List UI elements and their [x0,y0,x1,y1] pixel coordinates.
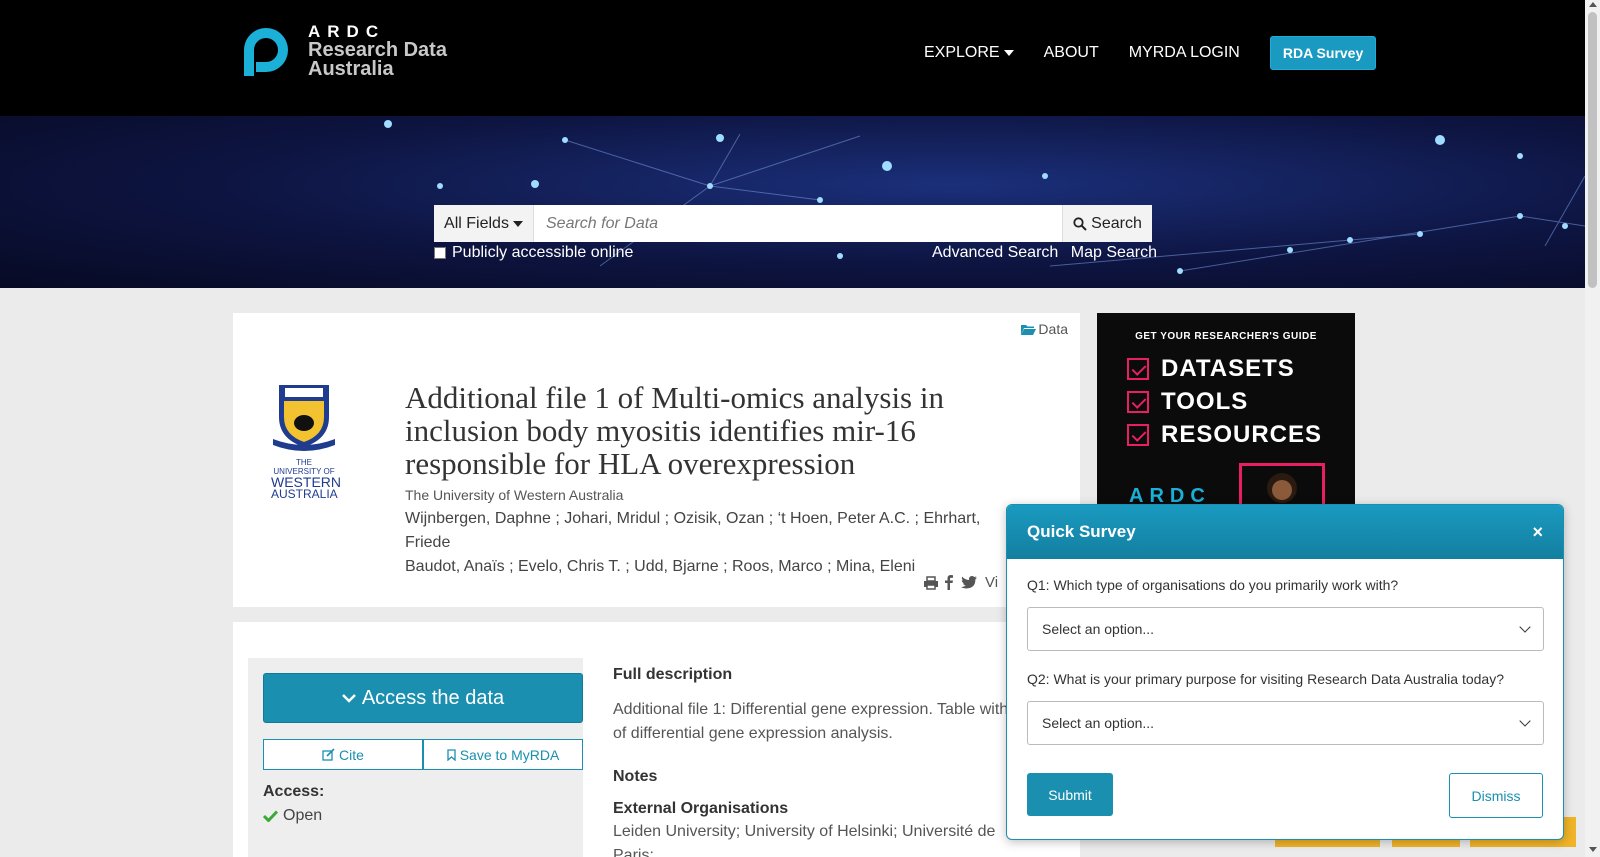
save-to-myrda-button[interactable]: Save to MyRDA [423,739,583,770]
check-icon [263,810,278,822]
print-icon[interactable] [923,575,939,590]
top-header: ARDC Research Data Australia EXPLORE ABO… [0,0,1585,116]
checkbox-checked-icon [1127,424,1149,446]
all-fields-dropdown[interactable]: All Fields [434,205,534,242]
ardc-logo-mark-icon [244,28,288,76]
logo-wordmark: Research Data Australia [308,40,447,80]
search-input[interactable] [534,205,1062,242]
survey-submit-button[interactable]: Submit [1027,773,1113,816]
bookmark-icon [447,748,456,761]
full-description-line-1: Additional file 1: Differential gene exp… [613,701,1009,718]
full-description-heading: Full description [613,666,733,683]
publicly-accessible-checkbox[interactable] [434,247,446,259]
caret-down-icon [1003,50,1014,56]
close-icon[interactable]: × [1532,522,1543,543]
save-to-myrda-label: Save to MyRDA [459,746,560,763]
publicly-accessible-filter[interactable]: Publicly accessible online [434,244,633,262]
twitter-icon[interactable] [961,576,977,589]
nav-explore-label: EXPLORE [924,44,1000,61]
scroll-down-icon[interactable] [1589,847,1597,852]
nav-about[interactable]: ABOUT [1044,44,1099,62]
cite-button[interactable]: Cite [263,739,423,770]
access-value: Open [263,807,322,825]
main-nav: EXPLORE ABOUT MYRDA LOGIN RDA Survey [924,36,1406,70]
survey-q2-value: Select an option... [1042,715,1155,731]
ad-item-label: TOOLS [1161,388,1249,415]
researcher-guide-ad[interactable]: GET YOUR RESEARCHER'S GUIDE DATASETS TOO… [1097,313,1355,513]
scroll-thumb[interactable] [1588,12,1597,288]
view-link[interactable]: Vi [985,574,998,591]
caret-down-icon [512,220,523,227]
access-value-label: Open [283,807,323,824]
advanced-search-link[interactable]: Advanced Search [932,244,1058,261]
ad-item-datasets: DATASETS [1127,355,1295,383]
survey-q1-value: Select an option... [1042,621,1155,637]
nav-myrda-login[interactable]: MYRDA LOGIN [1129,44,1240,62]
search-bar: All Fields Search [434,205,1152,242]
record-type-badge: Data [1020,321,1068,337]
ad-item-resources: RESOURCES [1127,421,1322,449]
access-the-data-button[interactable]: Access the data [263,673,583,723]
external-orgs-heading: External Organisations [613,800,789,817]
uwa-logo[interactable]: THE UNIVERSITY OF WESTERN AUSTRALIA [271,381,341,500]
chevron-down-icon [341,694,356,703]
folder-open-icon [1021,324,1037,335]
nav-explore[interactable]: EXPLORE [924,44,1014,62]
checkbox-checked-icon [1127,358,1149,380]
facebook-icon[interactable] [945,575,953,590]
network-background-icon [384,120,1585,274]
access-the-data-label: Access the data [361,686,505,709]
rda-survey-button[interactable]: RDA Survey [1269,36,1377,70]
uwa-crest-icon [273,385,335,451]
checkbox-checked-icon [1127,391,1149,413]
authors-line-1: Wijnbergen, Daphne ; Johari, Mridul ; Oz… [405,510,981,551]
page-scrollbar[interactable] [1585,0,1600,857]
survey-q1-select[interactable]: Select an option... [1027,607,1544,651]
ad-guide-text: GET YOUR RESEARCHER'S GUIDE [1135,331,1317,342]
record-authors: Wijnbergen, Daphne ; Johari, Mridul ; Oz… [405,507,1005,579]
quick-survey-modal: Quick Survey × Q1: Which type of organis… [1006,504,1564,840]
record-publisher[interactable]: The University of Western Australia [405,487,623,503]
hero-banner [0,116,1585,288]
full-description-line-2: of differential gene expression analysis… [613,725,893,742]
access-label: Access: [263,783,325,800]
survey-title: Quick Survey [1027,522,1136,541]
publicly-accessible-label: Publicly accessible online [452,244,634,261]
logo-line-2: Australia [308,58,394,80]
share-tools: Vi [923,574,1004,591]
record-detail-card: Access the data Cite Save to MyRDA Acces… [233,622,1080,857]
cite-label: Cite [339,746,364,763]
scroll-up-icon[interactable] [1589,2,1597,7]
survey-q1-label: Q1: Which type of organisations do you p… [1027,577,1399,593]
ad-item-label: RESOURCES [1161,421,1323,448]
uwa-logo-text-3: AUSTRALIA [271,487,338,501]
search-icon [1073,216,1087,231]
record-title: Additional file 1 of Multi-omics analysi… [405,380,944,481]
chevron-down-icon [1519,621,1531,633]
survey-dismiss-button[interactable]: Dismiss [1449,773,1543,818]
search-links: Advanced Search Map Search [932,244,1165,262]
ad-item-label: DATASETS [1161,355,1295,382]
survey-q2-select[interactable]: Select an option... [1027,701,1544,745]
full-description-text: Additional file 1: Differential gene exp… [613,698,1033,746]
record-description: Full description Additional file 1: Diff… [613,666,1033,857]
survey-header: Quick Survey × [1007,505,1563,559]
rda-logo[interactable]: ARDC Research Data Australia [236,22,466,82]
survey-q2-label: Q2: What is your primary purpose for vis… [1027,671,1504,687]
edit-icon [322,748,335,761]
search-button[interactable]: Search [1062,205,1152,242]
record-type-label: Data [1038,321,1068,337]
ad-item-tools: TOOLS [1127,388,1248,416]
cite-save-row: Cite Save to MyRDA [263,739,583,770]
search-button-label: Search [1091,214,1142,232]
external-orgs-value: Leiden University; University of Helsink… [613,823,996,857]
all-fields-label: All Fields [444,214,509,232]
access-sidebar: Access the data Cite Save to MyRDA Acces… [248,658,583,857]
map-search-link[interactable]: Map Search [1071,244,1157,261]
notes-heading: Notes [613,768,658,785]
chevron-down-icon [1519,715,1531,727]
authors-line-2: Baudot, Anaïs ; Evelo, Chris T. ; Udd, B… [405,558,916,575]
record-header-card: Data THE UNIVERSITY OF WESTERN AUSTRALIA… [233,313,1080,607]
